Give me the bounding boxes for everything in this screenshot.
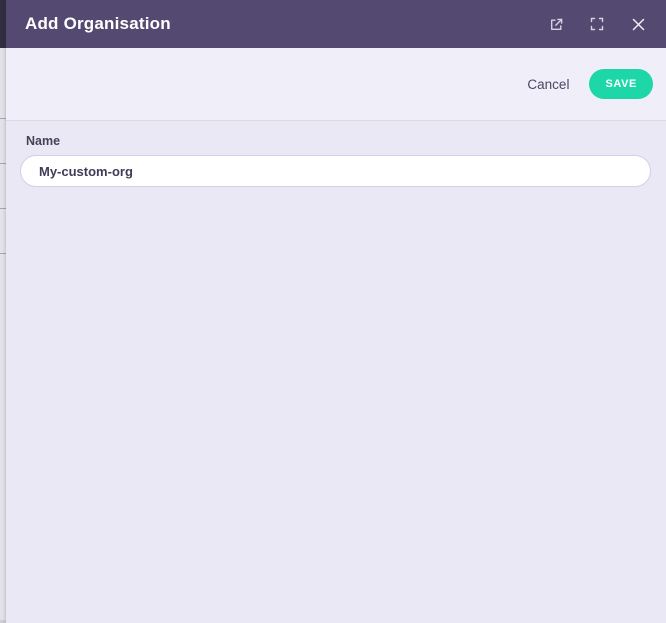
screen: Add Organisation <box>0 0 666 623</box>
name-field-label: Name <box>26 134 651 148</box>
add-organisation-panel: Add Organisation <box>6 0 666 623</box>
header-icons <box>543 11 651 37</box>
cancel-button[interactable]: Cancel <box>527 77 569 92</box>
page-title: Add Organisation <box>25 14 171 34</box>
name-input[interactable] <box>20 155 651 187</box>
action-toolbar: Cancel SAVE <box>6 48 666 121</box>
form-body: Name <box>6 121 666 623</box>
open-in-new-window-icon[interactable] <box>543 11 569 37</box>
save-button[interactable]: SAVE <box>589 69 653 99</box>
close-icon[interactable] <box>625 11 651 37</box>
panel-header: Add Organisation <box>6 0 666 48</box>
fullscreen-icon[interactable] <box>584 11 610 37</box>
